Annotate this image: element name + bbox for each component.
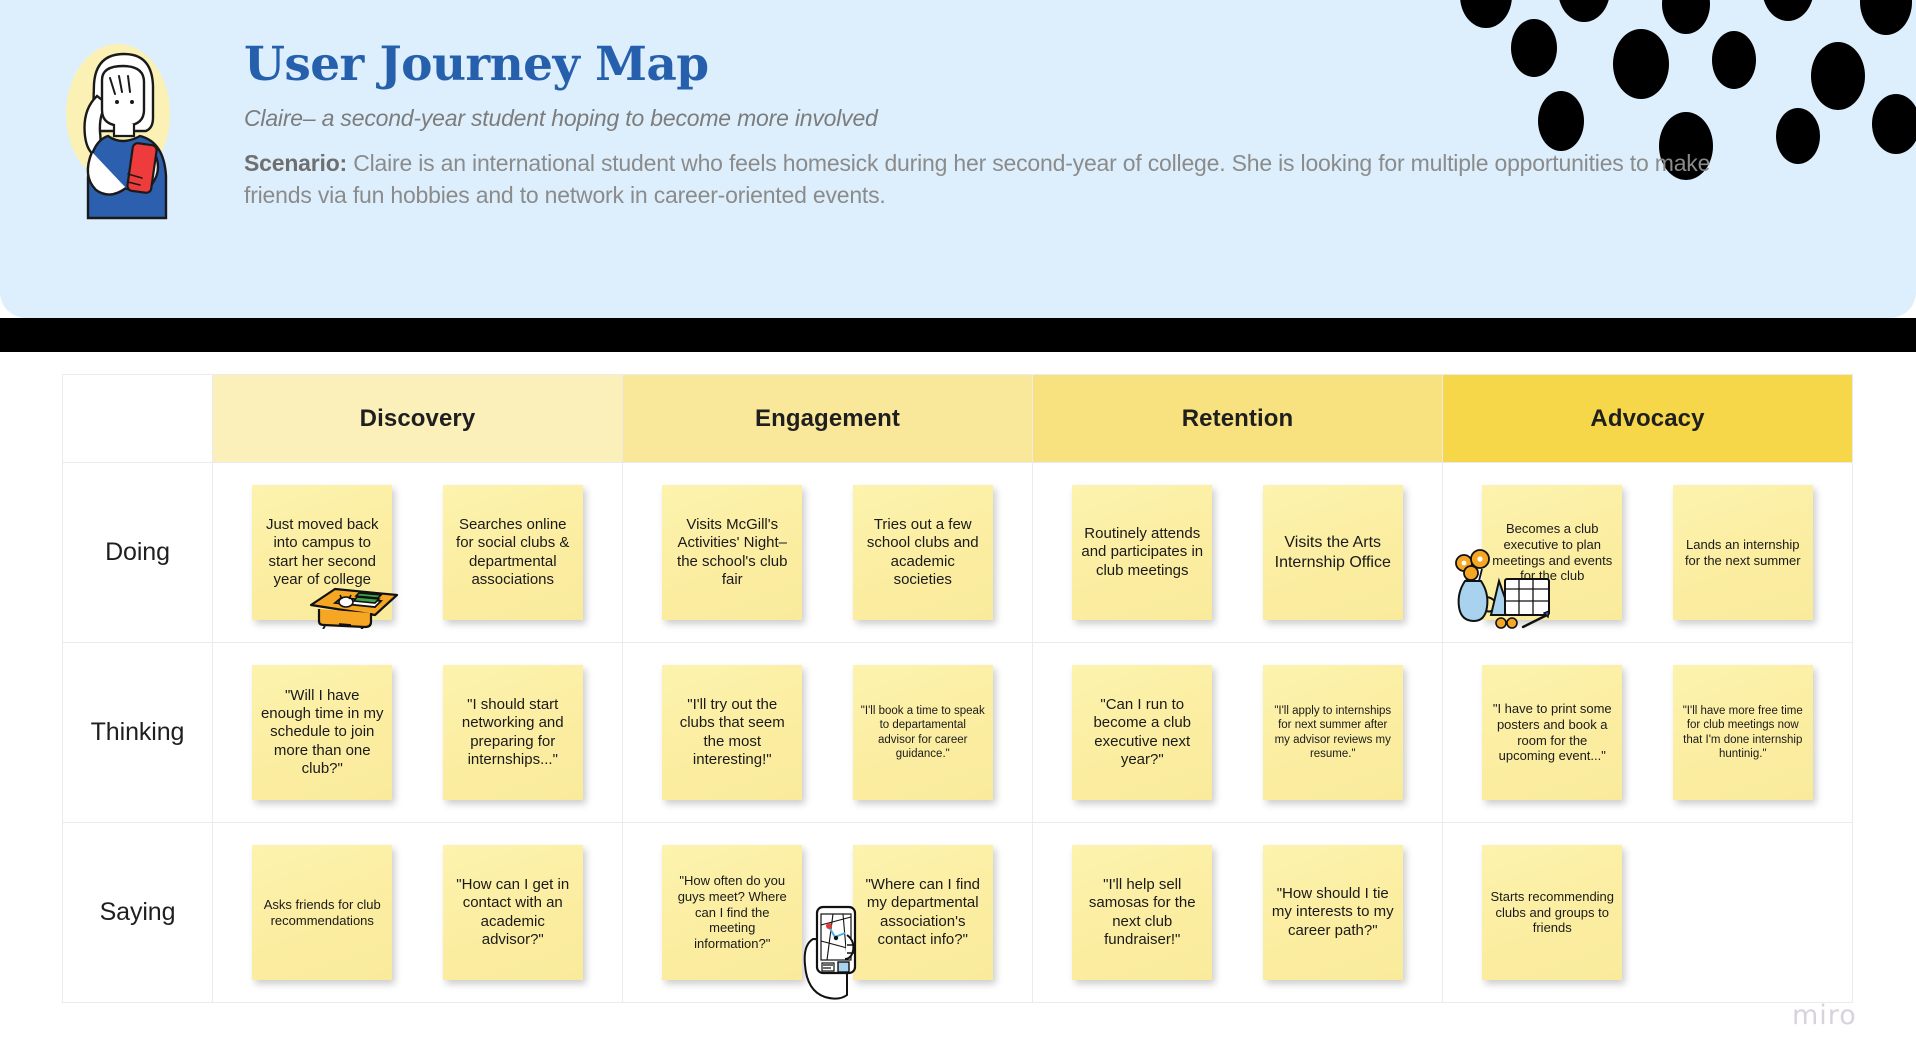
journey-map-table: Discovery Engagement Retention Advocacy … [62,374,1853,1003]
stage-header-retention[interactable]: Retention [1032,374,1443,463]
sticky-note[interactable]: "How can I get in contact with an academ… [442,845,583,980]
scenario-label: Scenario: [244,150,348,177]
cell-content: "I'll help sell samosas for the next clu… [1033,823,1442,1002]
sticky-note-text: Routinely attends and participates in cl… [1081,525,1204,579]
journey-row-saying: Saying Asks friends for club recommendati… [62,822,1853,1003]
cell-thinking-engagement: "I'll try out the clubs that seem the mo… [622,642,1033,823]
cell-content: "I'll try out the clubs that seem the mo… [623,643,1032,822]
sticky-note[interactable]: "How often do you guys meet? Where can I… [662,845,803,980]
sticky-note[interactable]: Just moved back into campus to start her… [252,485,393,620]
sticky-note[interactable]: "Where can I find my departmental associ… [852,845,993,980]
sticky-note[interactable]: "I'll try out the clubs that seem the mo… [662,665,803,800]
sticky-note[interactable]: "I'll help sell samosas for the next clu… [1072,845,1213,980]
cell-content: Routinely attends and participates in cl… [1033,463,1442,642]
sticky-note[interactable]: Starts recommending clubs and groups to … [1482,845,1623,980]
page-title: User Journey Map [244,37,709,92]
empty-note-slot [1673,845,1813,980]
stage-header-row: Discovery Engagement Retention Advocacy [62,374,1853,463]
sticky-note-text: Tries out a few school clubs and academi… [866,515,979,588]
cell-thinking-advocacy: "I have to print some posters and book a… [1442,642,1853,823]
cell-content: "How often do you guys meet? Where can I… [623,823,1032,1002]
sticky-note-text: "I'll apply to internships for next summ… [1274,705,1392,760]
sticky-note-text: "I should start networking and preparing… [461,695,564,768]
sticky-note[interactable]: Becomes a club executive to plan meeting… [1482,485,1623,620]
sticky-note[interactable]: Visits McGill's Activities' Night– the s… [662,485,803,620]
row-label-doing: Doing [62,462,213,643]
sticky-note-text: "Where can I find my departmental associ… [865,875,981,948]
sticky-note[interactable]: Lands an internship for the next summer [1672,485,1813,620]
sticky-note-text: "I'll try out the clubs that seem the mo… [679,695,785,768]
stage-header-engagement[interactable]: Engagement [622,374,1033,463]
sticky-note-text: "How can I get in contact with an academ… [456,875,570,948]
sticky-note-text: "I'll book a time to speak to departamen… [860,705,985,760]
black-divider-strip [0,318,1916,352]
cell-doing-discovery: Just moved back into campus to start her… [212,462,623,643]
sticky-note[interactable]: Searches online for social clubs & depar… [442,485,583,620]
cell-content: Becomes a club executive to plan meeting… [1443,463,1852,642]
cell-content: "I have to print some posters and book a… [1443,643,1852,822]
header-banner: User Journey Map Claire– a second-year s… [0,0,1916,318]
sticky-note-text: Lands an internship for the next summer [1684,536,1801,568]
sticky-note-text: Asks friends for club recommendations [263,896,381,928]
miro-watermark: miro [1792,1000,1857,1031]
sticky-note[interactable]: "I have to print some posters and book a… [1482,665,1623,800]
cell-doing-advocacy: Becomes a club executive to plan meeting… [1442,462,1853,643]
sticky-note-text: "I'll help sell samosas for the next clu… [1088,875,1196,948]
scenario-text: Claire is an international student who f… [244,150,1711,208]
stage-header-discovery[interactable]: Discovery [212,374,623,463]
sticky-note[interactable]: "I should start networking and preparing… [442,665,583,800]
scenario-description: Scenario: Claire is an international stu… [244,148,1764,211]
sticky-note[interactable]: "How should I tie my interests to my car… [1262,845,1403,980]
cell-doing-engagement: Visits McGill's Activities' Night– the s… [622,462,1033,643]
journey-rows: Doing Just moved back into campus to star… [62,462,1853,1003]
sticky-note[interactable]: "Will I have enough time in my schedule … [252,665,393,800]
cell-content: Visits McGill's Activities' Night– the s… [623,463,1032,642]
cell-saying-advocacy: Starts recommending clubs and groups to … [1442,822,1853,1003]
sticky-note-text: Becomes a club executive to plan meeting… [1492,520,1613,584]
sticky-note-text: Searches online for social clubs & depar… [456,515,570,588]
sticky-note-text: "I have to print some posters and book a… [1492,700,1612,764]
grid-corner-cell [62,374,213,463]
cell-content: Starts recommending clubs and groups to … [1443,823,1852,1002]
sticky-note[interactable]: Tries out a few school clubs and academi… [852,485,993,620]
sticky-note[interactable]: "I'll book a time to speak to departamen… [852,665,993,800]
journey-row-thinking: Thinking "Will I have enough time in my s… [62,642,1853,823]
sticky-note-text: "Will I have enough time in my schedule … [260,686,384,777]
cell-doing-retention: Routinely attends and participates in cl… [1032,462,1443,643]
sticky-note-text: Visits the Arts Internship Office [1274,533,1391,571]
persona-subtitle: Claire– a second-year student hoping to … [244,105,878,132]
cell-content: "Will I have enough time in my schedule … [213,643,622,822]
stage-header-advocacy[interactable]: Advocacy [1442,374,1853,463]
sticky-note[interactable]: Routinely attends and participates in cl… [1072,485,1213,620]
cell-thinking-retention: "Can I run to become a club executive ne… [1032,642,1443,823]
journey-row-doing: Doing Just moved back into campus to star… [62,462,1853,643]
cell-saying-engagement: "How often do you guys meet? Where can I… [622,822,1033,1003]
cell-saying-retention: "I'll help sell samosas for the next clu… [1032,822,1443,1003]
row-label-saying: Saying [62,822,213,1003]
cell-thinking-discovery: "Will I have enough time in my schedule … [212,642,623,823]
sticky-note[interactable]: "Can I run to become a club executive ne… [1072,665,1213,800]
cell-content: "Can I run to become a club executive ne… [1033,643,1442,822]
sticky-note-text: "I'll have more free time for club meeti… [1682,705,1803,760]
sticky-note[interactable]: "I'll have more free time for club meeti… [1672,665,1813,800]
cell-content: Asks friends for club recommendations "Ho… [213,823,622,1002]
sticky-note[interactable]: "I'll apply to internships for next summ… [1262,665,1403,800]
sticky-note-text: "How often do you guys meet? Where can I… [677,872,787,952]
sticky-note-text: Starts recommending clubs and groups to … [1490,888,1615,936]
sticky-note-text: Just moved back into campus to start her… [265,515,379,588]
sticky-note-text: "Can I run to become a club executive ne… [1093,695,1192,768]
sticky-note[interactable]: Asks friends for club recommendations [252,845,393,980]
sticky-note-text: Visits McGill's Activities' Night– the s… [677,515,788,588]
sticky-note-text: "How should I tie my interests to my car… [1271,885,1394,939]
cell-content: Just moved back into campus to start her… [213,463,622,642]
cell-saying-discovery: Asks friends for club recommendations "Ho… [212,822,623,1003]
sticky-note[interactable]: Visits the Arts Internship Office [1262,485,1403,620]
persona-avatar [52,32,192,222]
row-label-thinking: Thinking [62,642,213,823]
